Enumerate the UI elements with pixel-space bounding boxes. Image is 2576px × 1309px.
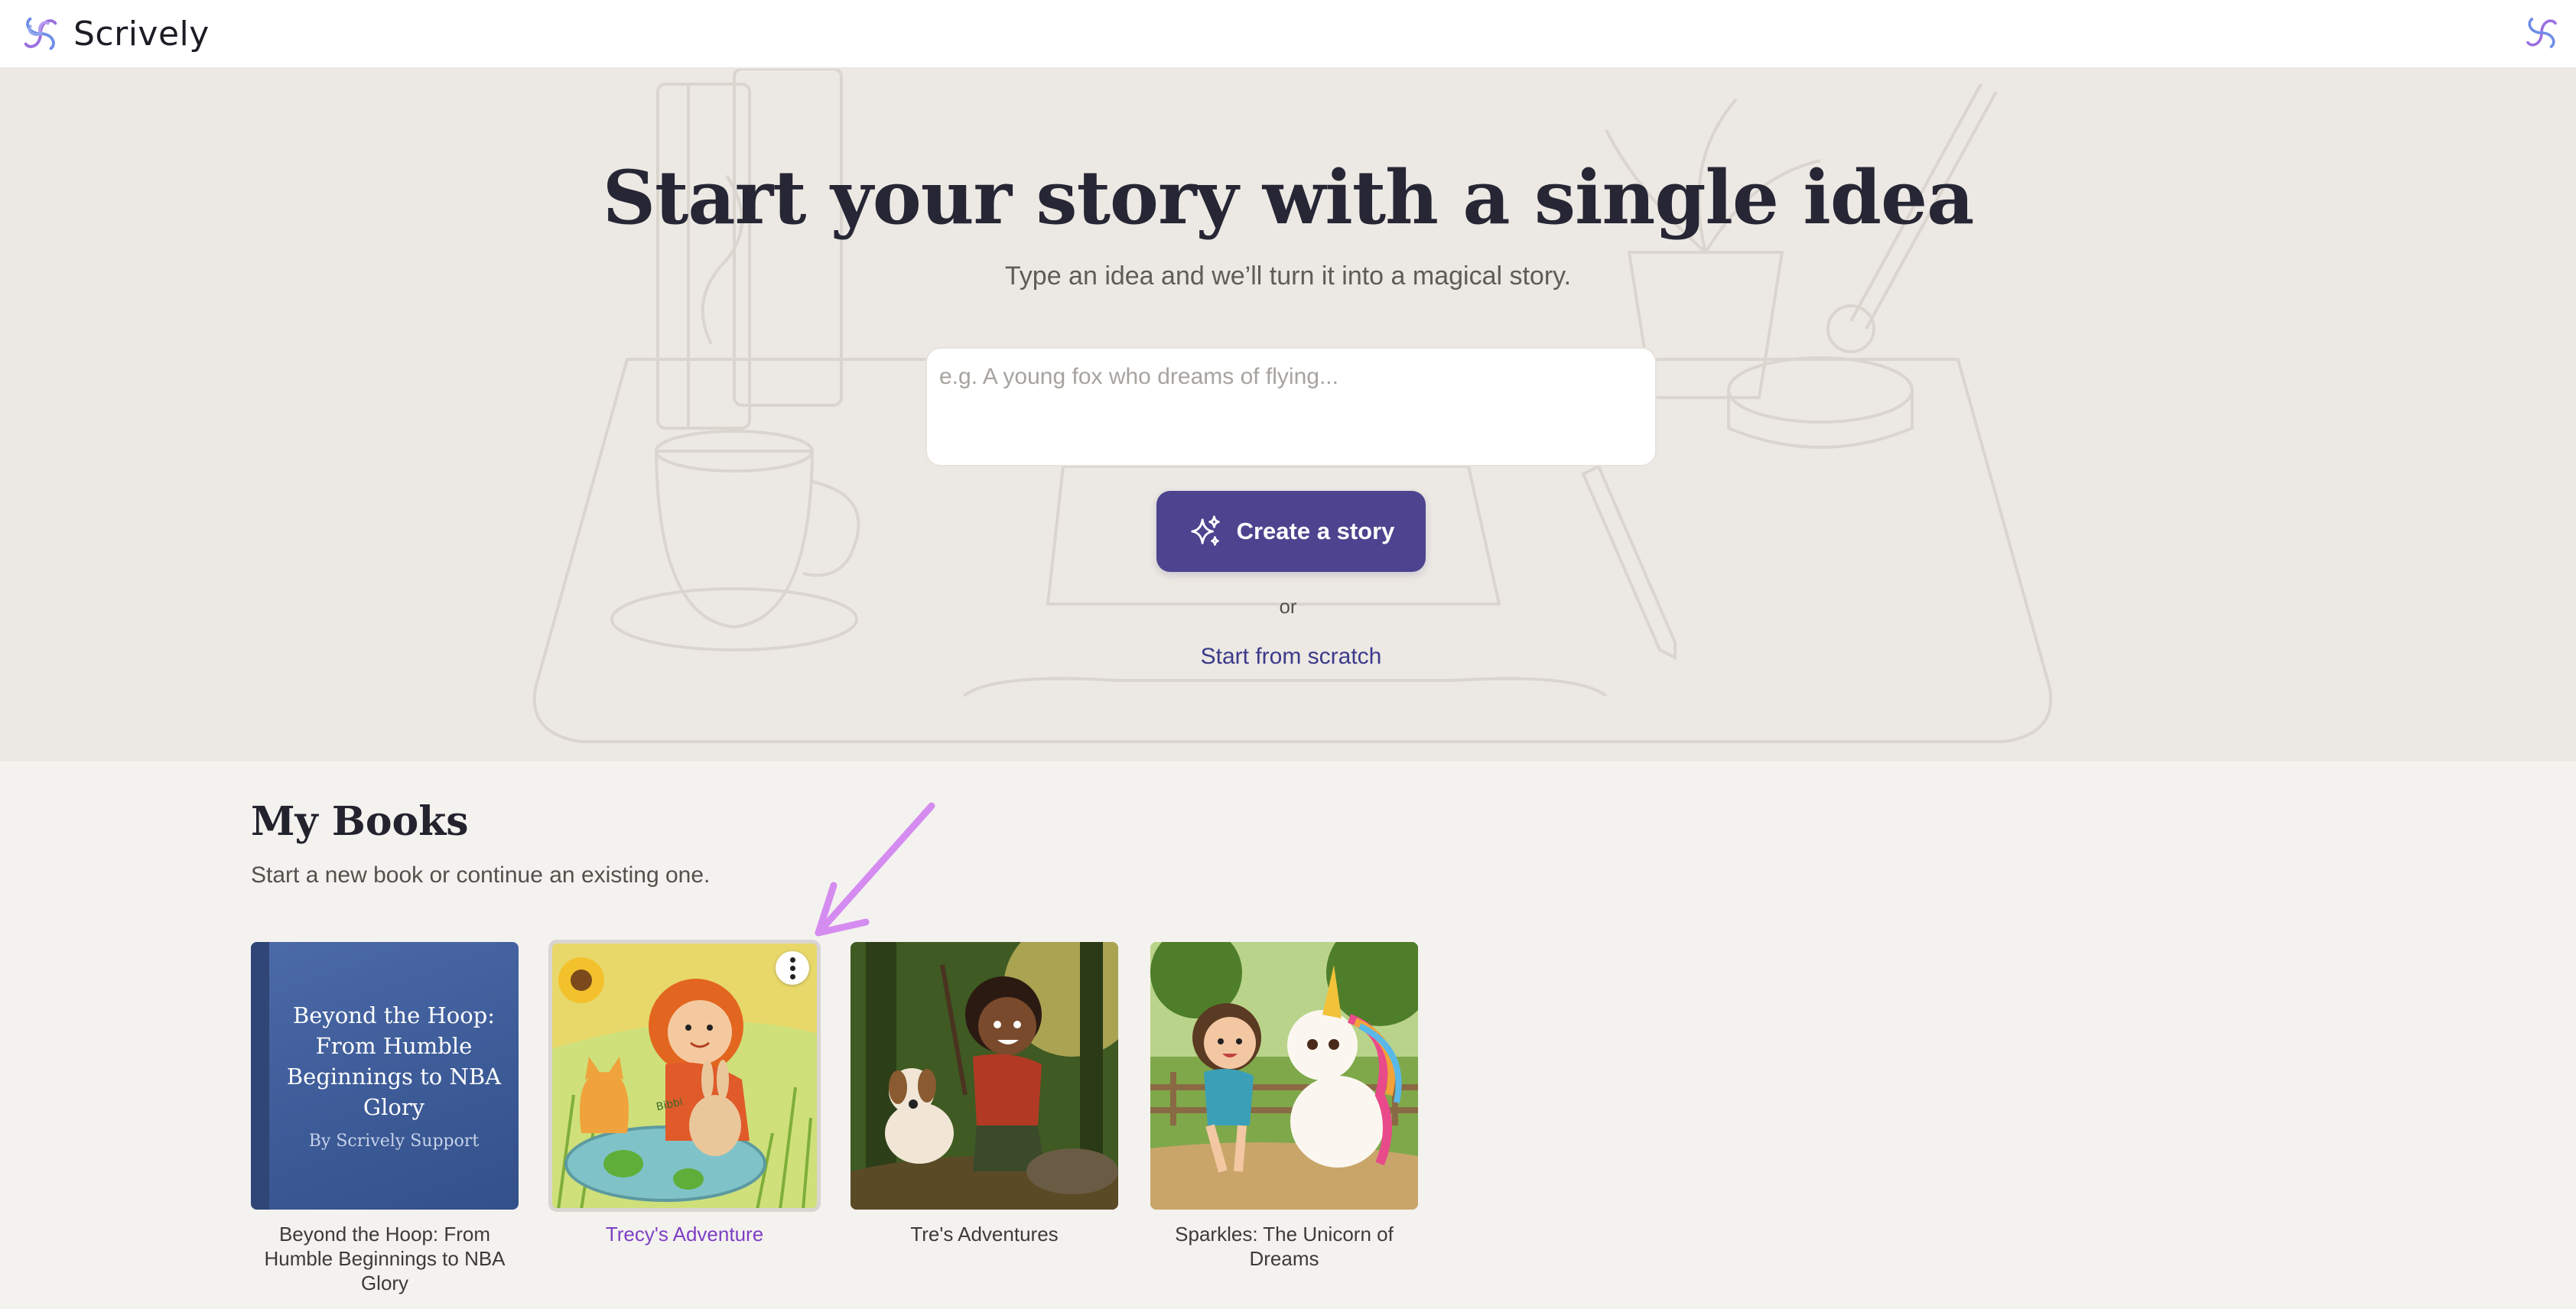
book-title: Beyond the Hoop: From Humble Beginnings … [264, 1223, 506, 1294]
cover-author: By Scrively Support [308, 1132, 480, 1151]
book-card[interactable]: Beyond the Hoop: From Humble Beginnings … [251, 942, 519, 1295]
book-title: Trecy's Adventure [605, 1223, 764, 1246]
cover-illustration: Bibbi [551, 942, 818, 1210]
create-story-button[interactable]: Create a story [1156, 491, 1426, 572]
or-divider-text: or [1279, 595, 1297, 618]
hero-title: Start your story with a single idea [602, 154, 1975, 241]
book-cover [1150, 942, 1418, 1210]
book-cover [851, 942, 1118, 1210]
start-from-scratch-link[interactable]: Start from scratch [1163, 644, 1420, 670]
book-card[interactable]: Tre's Adventures [851, 942, 1118, 1246]
book-card[interactable]: Bibbi Trecy's Adventure [548, 940, 821, 1246]
book-cover: Bibbi [548, 940, 821, 1212]
book-card[interactable]: Sparkles: The Unicorn of Dreams [1150, 942, 1418, 1271]
cover-title: Beyond the Hoop: From Humble Beginnings … [286, 1002, 502, 1120]
story-idea-input[interactable] [925, 347, 1657, 466]
cover-illustration [1150, 942, 1418, 1210]
my-books-subtitle: Start a new book or continue an existing… [251, 862, 711, 888]
hero-section: Start your story with a single idea Type… [0, 69, 2576, 762]
my-books-title: My Books [251, 798, 469, 845]
brand-name: Scrively [73, 14, 210, 54]
book-spine [251, 942, 269, 1210]
account-menu-icon[interactable] [2521, 12, 2562, 54]
brand[interactable]: Scrively [18, 11, 210, 57]
sparkles-icon [1190, 515, 1220, 546]
top-bar: Scrively [0, 0, 2576, 69]
more-vertical-icon[interactable] [776, 951, 809, 985]
swirl-logo-icon [24, 17, 57, 50]
book-title: Tre's Adventures [910, 1223, 1059, 1246]
book-cover: Beyond the Hoop: From Humble Beginnings … [251, 942, 519, 1210]
hero-subtitle: Type an idea and we’ll turn it into a ma… [1004, 261, 1572, 291]
annotation-arrow [815, 802, 935, 937]
cover-illustration [851, 942, 1118, 1210]
create-story-label: Create a story [1236, 518, 1395, 544]
book-title: Sparkles: The Unicorn of Dreams [1175, 1223, 1394, 1270]
